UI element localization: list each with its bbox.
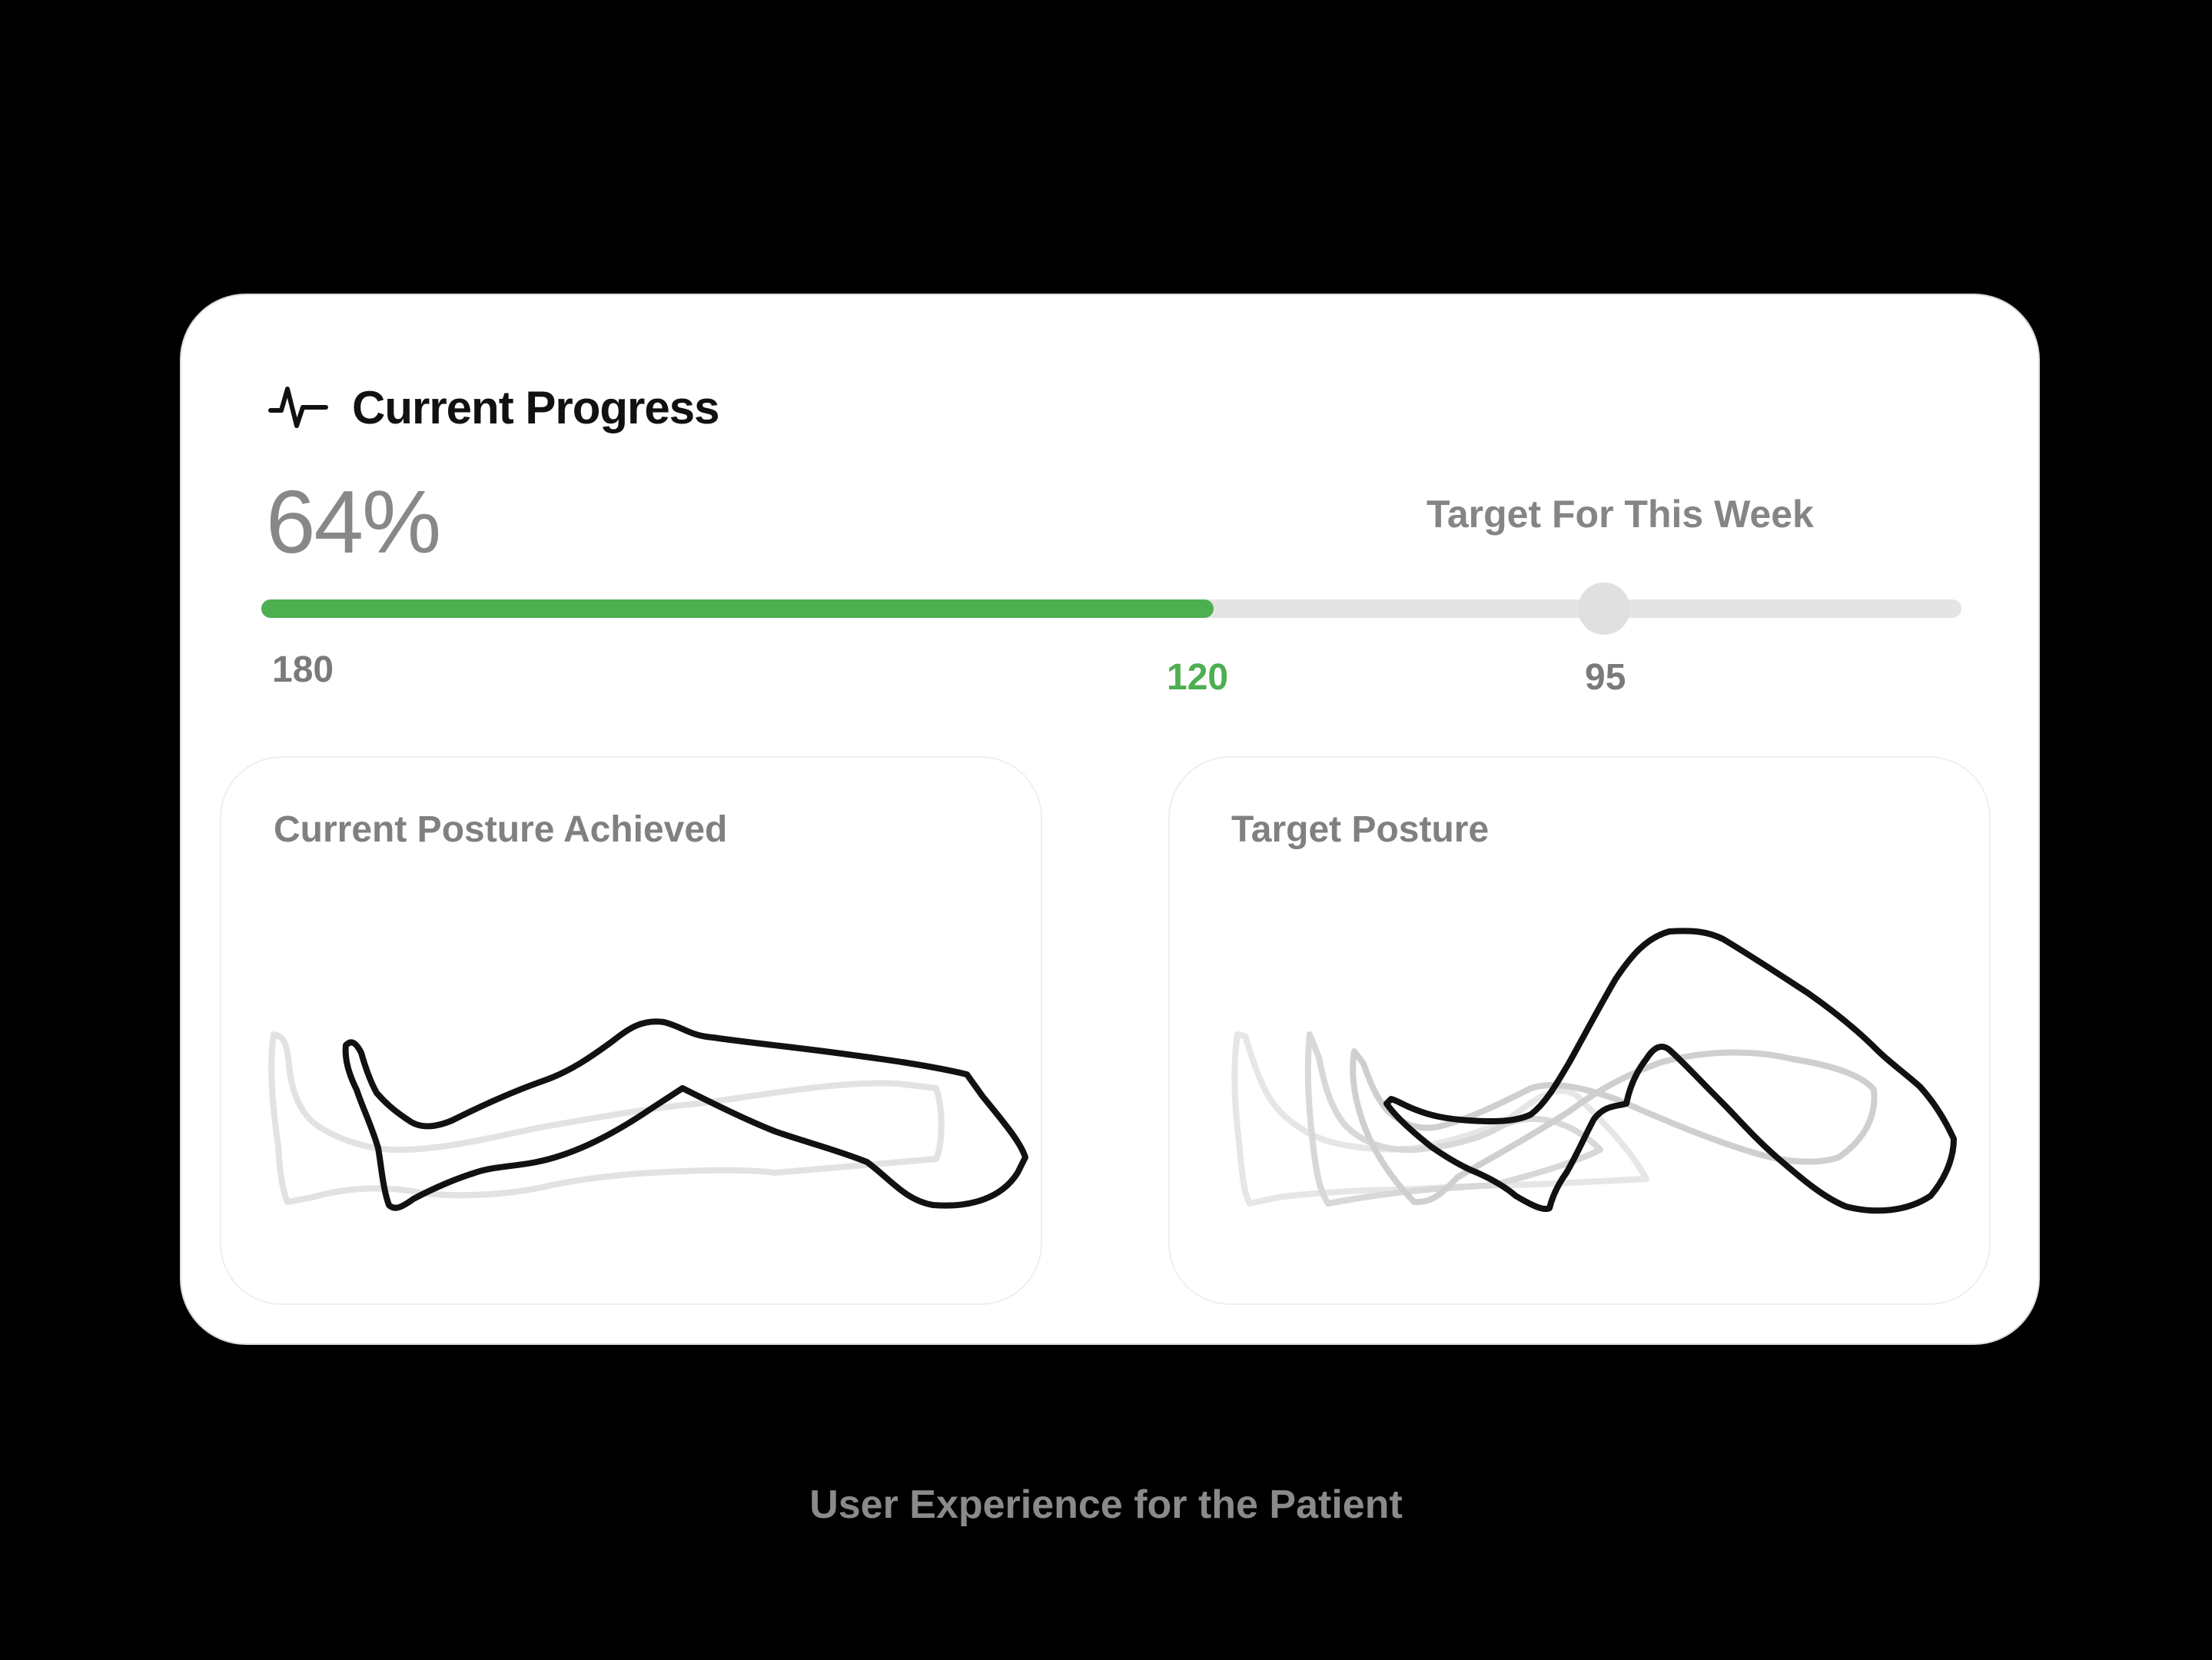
progress-percent: 64% — [266, 472, 441, 572]
card-title: Current Progress — [352, 381, 719, 433]
current-posture-panel: Current Posture Achieved — [220, 756, 1042, 1305]
card-header: Current Progress — [267, 377, 719, 438]
current-posture-illustration — [268, 1018, 1028, 1211]
leg-outline — [342, 1018, 1028, 1211]
progress-track[interactable] — [261, 583, 1961, 635]
progress-card: Current Progress 64% Target For This Wee… — [180, 294, 2040, 1345]
progress-fill — [261, 599, 1214, 618]
target-label: Target For This Week — [1427, 493, 1814, 536]
current-value: 120 — [1167, 657, 1229, 698]
leg-outline — [1383, 928, 1957, 1214]
target-value: 95 — [1585, 657, 1626, 698]
target-posture-illustration — [1231, 928, 1957, 1214]
pulse-icon — [268, 387, 328, 428]
target-knob[interactable] — [1578, 583, 1631, 635]
ghost-leg-outline — [268, 1031, 945, 1205]
page-caption: User Experience for the Patient — [809, 1482, 1403, 1527]
target-posture-panel: Target Posture — [1168, 756, 1991, 1305]
start-value: 180 — [272, 649, 334, 690]
